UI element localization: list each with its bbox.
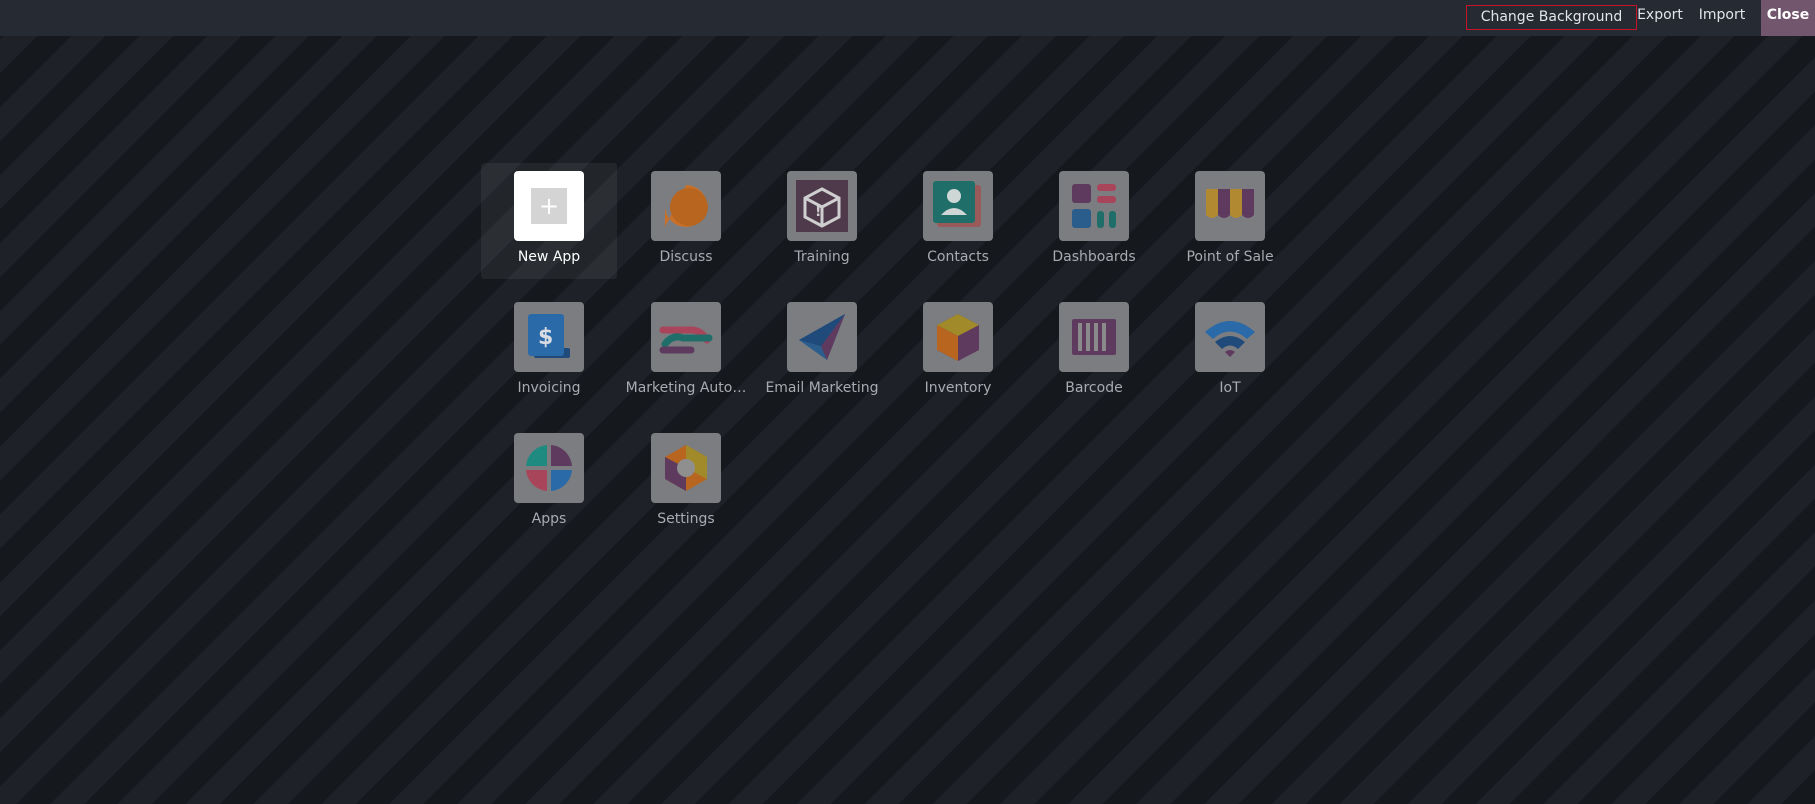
change-background-button[interactable]: Change Background	[1466, 5, 1637, 30]
app-iot[interactable]: IoT	[1162, 294, 1298, 410]
invoicing-icon: $	[514, 302, 584, 372]
training-icon: !	[787, 171, 857, 241]
app-label: Point of Sale	[1186, 249, 1274, 265]
app-label: Contacts	[927, 249, 989, 265]
app-label: Marketing Auto…	[625, 380, 747, 396]
dashboards-icon	[1059, 171, 1129, 241]
discuss-icon	[651, 171, 721, 241]
app-label: Inventory	[924, 380, 992, 396]
top-toolbar: Change Background Export Import Close	[0, 0, 1815, 36]
app-label: Discuss	[659, 249, 713, 265]
iot-icon	[1195, 302, 1265, 372]
app-dashboards[interactable]: Dashboards	[1026, 163, 1162, 279]
app-inventory[interactable]: Inventory	[890, 294, 1026, 410]
plus-icon: +	[514, 171, 584, 241]
app-contacts[interactable]: Contacts	[890, 163, 1026, 279]
app-settings[interactable]: Settings	[618, 425, 754, 541]
app-training[interactable]: ! Training	[754, 163, 890, 279]
app-label: Barcode	[1065, 380, 1123, 396]
email-marketing-icon	[787, 302, 857, 372]
app-discuss[interactable]: Discuss	[618, 163, 754, 279]
app-marketing-automation[interactable]: Marketing Auto…	[618, 294, 754, 410]
app-new-app[interactable]: + New App	[481, 163, 617, 279]
svg-text:!: !	[815, 204, 821, 220]
app-point-of-sale[interactable]: Point of Sale	[1162, 163, 1298, 279]
app-label: Invoicing	[517, 380, 581, 396]
app-barcode[interactable]: Barcode	[1026, 294, 1162, 410]
inventory-icon	[923, 302, 993, 372]
app-label: Training	[794, 249, 850, 265]
app-label: Email Marketing	[765, 380, 879, 396]
app-label: Apps	[531, 511, 567, 527]
svg-text:$: $	[538, 325, 553, 350]
app-label: Settings	[657, 511, 715, 527]
contacts-icon	[923, 171, 993, 241]
marketing-automation-icon	[651, 302, 721, 372]
import-button[interactable]: Import	[1694, 0, 1750, 31]
app-email-marketing[interactable]: Email Marketing	[754, 294, 890, 410]
point-of-sale-icon	[1195, 171, 1265, 241]
settings-icon	[651, 433, 721, 503]
barcode-icon	[1059, 302, 1129, 372]
app-invoicing[interactable]: $ Invoicing	[481, 294, 617, 410]
apps-icon	[514, 433, 584, 503]
app-label: IoT	[1219, 380, 1241, 396]
app-label: Dashboards	[1052, 249, 1136, 265]
app-label: New App	[517, 249, 581, 265]
close-button[interactable]: Close	[1761, 0, 1815, 36]
export-button[interactable]: Export	[1637, 0, 1683, 31]
app-apps[interactable]: Apps	[481, 425, 617, 541]
